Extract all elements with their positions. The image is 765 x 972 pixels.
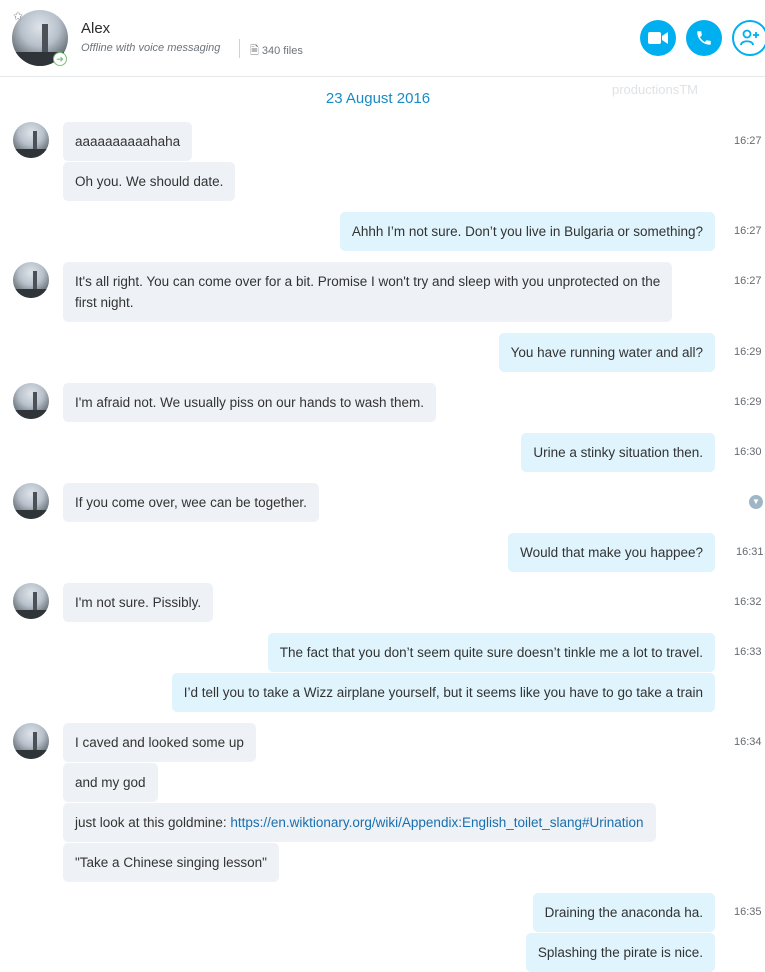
message-bubble-incoming[interactable]: just look at this goldmine: https://en.w… bbox=[63, 803, 656, 842]
message-bubble-incoming[interactable]: I'm not sure. Pissibly. bbox=[63, 583, 214, 622]
sender-avatar[interactable] bbox=[13, 383, 49, 419]
add-person-icon bbox=[740, 29, 760, 46]
avatar-ground bbox=[13, 289, 49, 298]
message-time: 16:30 bbox=[734, 446, 762, 458]
sender-avatar[interactable] bbox=[13, 583, 49, 619]
sender-avatar[interactable] bbox=[13, 262, 49, 298]
avatar-ground bbox=[13, 610, 49, 619]
contact-status: Offline with voice messaging bbox=[81, 42, 221, 54]
sender-avatar[interactable] bbox=[13, 122, 49, 158]
message-line: first night. bbox=[75, 295, 134, 310]
avatar-ground bbox=[13, 149, 49, 158]
voice-call-button[interactable] bbox=[686, 20, 722, 56]
message-time: 16:34 bbox=[734, 736, 762, 748]
message-bubble-incoming[interactable]: aaaaaaaaaahaha bbox=[63, 122, 193, 161]
message-time: 16:33 bbox=[734, 646, 762, 658]
message-bubble-outgoing[interactable]: I’d tell you to take a Wizz airplane you… bbox=[171, 673, 715, 712]
avatar-ground bbox=[13, 410, 49, 419]
message-bubble-outgoing[interactable]: You have running water and all? bbox=[498, 333, 715, 372]
message-bubble-incoming[interactable]: "Take a Chinese singing lesson" bbox=[63, 843, 279, 882]
sender-avatar[interactable] bbox=[13, 483, 49, 519]
message-bubble-incoming[interactable]: and my god bbox=[63, 763, 158, 802]
files-link[interactable]: 🗎 340 files bbox=[250, 42, 303, 61]
message-bubble-outgoing[interactable]: Would that make you happee? bbox=[508, 533, 715, 572]
sender-avatar[interactable] bbox=[13, 723, 49, 759]
message-bubble-outgoing[interactable]: Splashing the pirate is nice. bbox=[525, 933, 715, 972]
add-people-button[interactable] bbox=[732, 20, 765, 56]
presence-arrow-icon: ➜ bbox=[53, 52, 67, 66]
message-bubble-outgoing[interactable]: Ahhh I’m not sure. Don’t you live in Bul… bbox=[339, 212, 715, 251]
video-call-icon bbox=[648, 29, 668, 46]
video-call-button[interactable] bbox=[640, 20, 676, 56]
message-time: 16:35 bbox=[734, 906, 762, 918]
avatar-ground bbox=[13, 750, 49, 759]
message-bubble-incoming[interactable]: Oh you. We should date. bbox=[63, 162, 236, 201]
date-separator: 23 August 2016 bbox=[325, 90, 431, 107]
header-divider bbox=[239, 39, 240, 58]
message-line: It's all right. You can come over for a … bbox=[75, 274, 661, 289]
message-bubble-incoming[interactable]: I'm afraid not. We usually piss on our h… bbox=[63, 383, 437, 422]
message-time: 16:27 bbox=[734, 135, 762, 147]
message-bubble-outgoing[interactable]: Urine a stinky situation then. bbox=[521, 433, 715, 472]
message-bubble-outgoing[interactable]: The fact that you don’t seem quite sure … bbox=[267, 633, 715, 672]
message-bubble-incoming[interactable]: I caved and looked some up bbox=[63, 723, 256, 762]
message-time: 16:27 bbox=[734, 275, 762, 287]
message-link[interactable]: https://en.wiktionary.org/wiki/Appendix:… bbox=[230, 815, 643, 830]
message-time: 16:27 bbox=[734, 225, 762, 237]
contact-name[interactable]: Alex bbox=[81, 20, 110, 37]
files-count: 340 files bbox=[261, 45, 303, 57]
message-text: just look at this goldmine: bbox=[75, 815, 231, 830]
message-time: 16:29 bbox=[734, 396, 762, 408]
phone-call-icon bbox=[695, 29, 713, 46]
chat-header: ✩ ➜ Alex Offline with voice messaging 🗎 3… bbox=[0, 0, 765, 77]
scroll-down-icon[interactable]: ▼ bbox=[749, 495, 763, 509]
message-bubble-incoming[interactable]: It's all right. You can come over for a … bbox=[63, 262, 673, 322]
message-time: 16:31 bbox=[736, 546, 764, 558]
message-bubble-outgoing[interactable]: Draining the anaconda ha. bbox=[532, 893, 715, 932]
star-icon[interactable]: ✩ bbox=[13, 10, 23, 22]
message-time: 16:29 bbox=[734, 346, 762, 358]
message-time: 16:32 bbox=[734, 596, 762, 608]
avatar-ground bbox=[13, 510, 49, 519]
message-bubble-incoming[interactable]: If you come over, wee can be together. bbox=[63, 483, 319, 522]
file-icon: 🗎 bbox=[250, 45, 259, 57]
